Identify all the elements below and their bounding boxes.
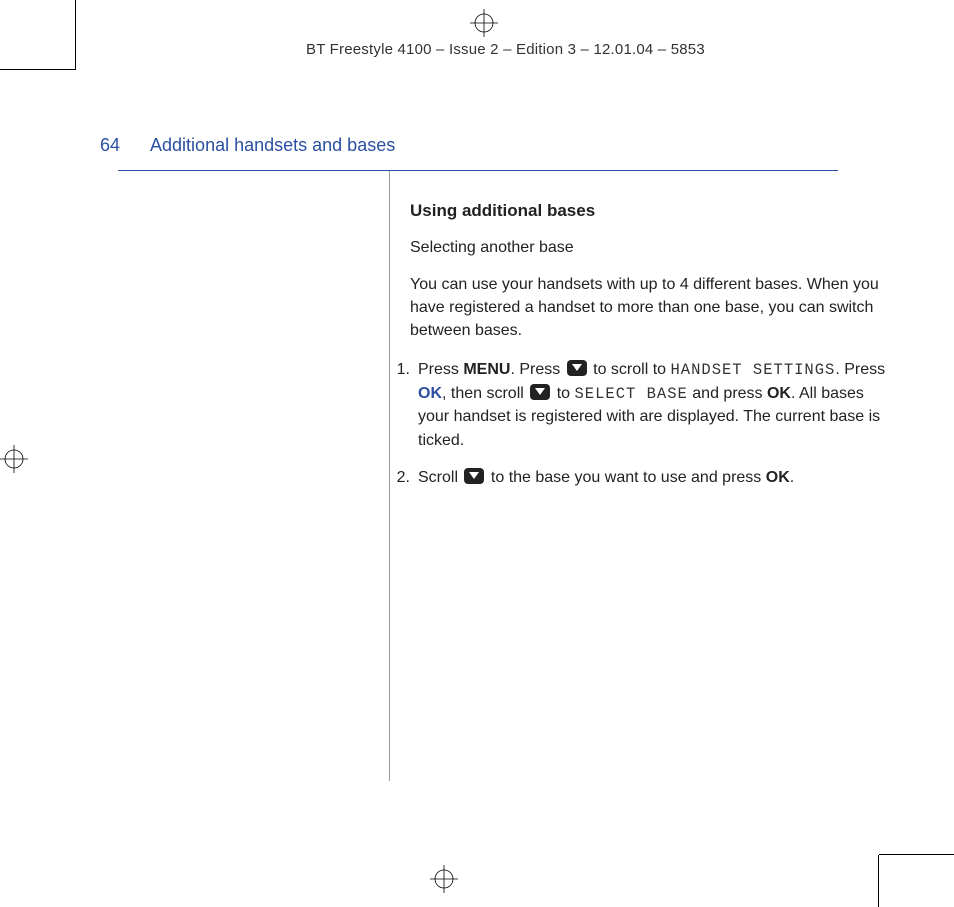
step-item: 2 Scroll to the base you want to use and…: [410, 466, 890, 489]
body-subheading: Selecting another base: [410, 236, 890, 259]
step-number: 1: [384, 358, 418, 451]
section-header: 64 Additional handsets and bases: [100, 135, 894, 156]
body-column: Using additional bases Selecting another…: [410, 199, 890, 503]
section-title: Additional handsets and bases: [150, 135, 395, 156]
registration-mark-icon: [430, 865, 458, 893]
step-body: Scroll to the base you want to use and p…: [418, 466, 890, 489]
down-arrow-icon: [567, 360, 587, 376]
page-content: 64 Additional handsets and bases Using a…: [100, 135, 894, 781]
menu-key-label: MENU: [463, 361, 510, 378]
document-header: BT Freestyle 4100 – Issue 2 – Edition 3 …: [306, 41, 705, 58]
registration-mark-icon: [0, 445, 28, 473]
lcd-text: SELECT BASE: [575, 385, 688, 403]
body-heading: Using additional bases: [410, 199, 890, 224]
crop-mark: [75, 0, 76, 70]
lcd-text: HANDSET SETTINGS: [671, 361, 836, 379]
page-number: 64: [100, 135, 120, 156]
step-item: 1 Press MENU. Press to scroll to HANDSET…: [410, 358, 890, 451]
two-column-layout: Using additional bases Selecting another…: [100, 171, 894, 781]
ok-key-label: OK: [418, 385, 442, 402]
intro-paragraph: You can use your handsets with up to 4 d…: [410, 273, 890, 343]
step-body: Press MENU. Press to scroll to HANDSET S…: [418, 358, 890, 451]
down-arrow-icon: [530, 384, 550, 400]
registration-mark-icon: [470, 9, 498, 37]
ok-key-label: OK: [766, 469, 790, 486]
crop-mark: [879, 854, 954, 855]
crop-mark: [878, 855, 879, 907]
step-number: 2: [384, 466, 418, 489]
down-arrow-icon: [464, 468, 484, 484]
ok-key-label: OK: [767, 385, 791, 402]
crop-mark: [0, 69, 75, 70]
